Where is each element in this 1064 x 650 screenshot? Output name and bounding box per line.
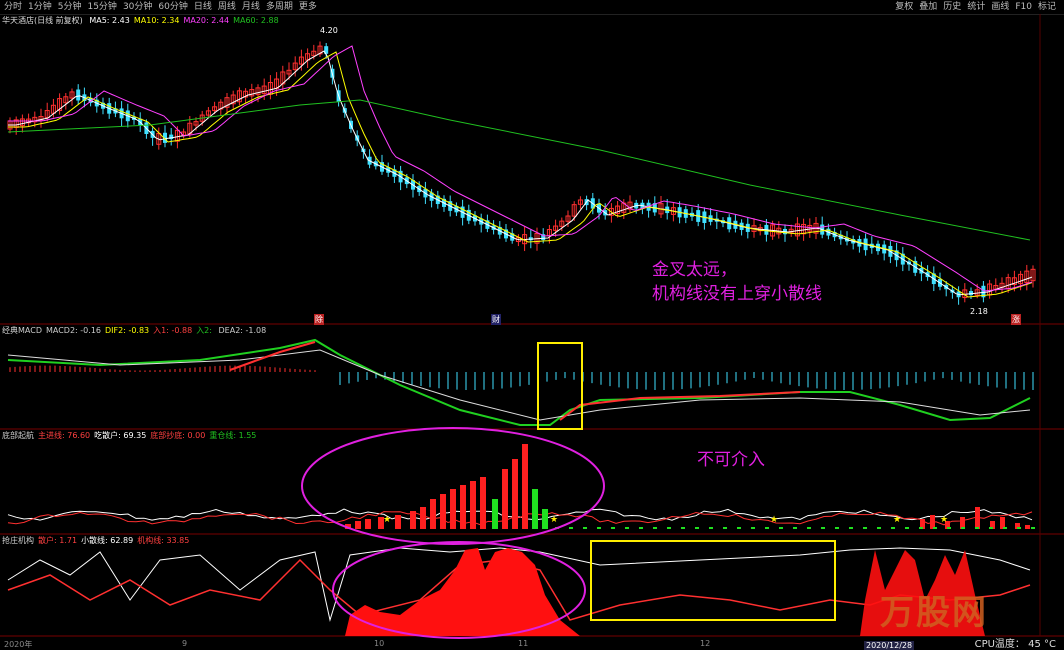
axis-label-year: 2020年 <box>4 640 33 649</box>
event-tag-ex-dividend[interactable]: 除 <box>314 314 324 325</box>
bottom-dot <box>947 527 951 529</box>
bottom-bar <box>542 509 548 529</box>
star-marker: ★ <box>383 515 391 525</box>
bottom-dot <box>751 527 755 529</box>
bottom-dot <box>975 527 979 529</box>
bottom-bar <box>440 494 446 529</box>
bottom-dot <box>611 527 615 529</box>
annotation-line-2: 机构线没有上穿小散线 <box>652 284 822 304</box>
axis-label-month: 9 <box>182 639 188 648</box>
bottom-bar <box>355 521 361 529</box>
bottom-dot <box>653 527 657 529</box>
annotation-text-no-entry: 不可介入 <box>697 450 765 470</box>
institution-area <box>345 548 580 636</box>
bottom-bar <box>480 477 486 529</box>
dif-line <box>7 338 1031 426</box>
moving-average-lines <box>7 45 1033 298</box>
zhuang-indicator <box>7 547 1031 636</box>
bottom-bar <box>460 485 466 529</box>
annotation-box-macd <box>537 342 583 430</box>
bottom-dot <box>1031 527 1035 529</box>
star-marker: ★ <box>940 515 948 525</box>
ma10-line <box>8 51 1033 298</box>
current-date: 2020/12/28 <box>864 641 915 650</box>
event-tag-financial[interactable]: 财 <box>491 314 501 325</box>
bottom-dot <box>919 527 923 529</box>
bottom-dot <box>905 527 909 529</box>
bottom-dot <box>891 527 895 529</box>
bottom-dot <box>863 527 867 529</box>
cpu-temperature: CPU温度： 45 °C <box>974 639 1056 650</box>
stock-chart[interactable]: ★ ★ ★ ★ ★ <box>0 0 1064 650</box>
bottom-dot <box>709 527 713 529</box>
bottom-bar <box>975 507 980 529</box>
bottom-bar <box>365 519 371 529</box>
bottom-dot <box>625 527 629 529</box>
bottom-dot <box>737 527 741 529</box>
bottom-dot <box>695 527 699 529</box>
bottom-dot <box>877 527 881 529</box>
bottom-bar <box>492 499 498 529</box>
bottom-dot <box>933 527 937 529</box>
low-price-label: 2.18 <box>970 307 988 316</box>
bottom-dot <box>989 527 993 529</box>
axis-label-month: 10 <box>374 639 385 648</box>
star-marker: ★ <box>770 515 778 525</box>
bottom-dot <box>1017 527 1021 529</box>
bottom-bar <box>450 489 456 529</box>
bottom-bar <box>410 511 416 529</box>
ma5-line <box>8 50 1033 296</box>
bottom-dot <box>583 527 587 529</box>
bottom-bar <box>930 515 935 529</box>
bottom-bar <box>532 489 538 529</box>
bottom-dot <box>821 527 825 529</box>
dea-line <box>7 349 1031 421</box>
bottom-dot <box>723 527 727 529</box>
annotation-box-zhuang <box>590 540 836 621</box>
high-price-label: 4.20 <box>320 26 338 35</box>
bottom-bar <box>512 459 518 529</box>
bottom-dot <box>569 527 573 529</box>
macd-indicator <box>7 338 1034 426</box>
event-tag-limit[interactable]: 涨 <box>1011 314 1021 325</box>
bottom-bar <box>430 499 436 529</box>
annotation-text-golden-cross: 金叉太远， 机构线没有上穿小散线 <box>652 258 822 306</box>
axis-label-month: 11 <box>518 639 529 648</box>
candlesticks <box>7 41 1036 305</box>
bottom-dot <box>835 527 839 529</box>
bottom-dot <box>639 527 643 529</box>
bottom-dot <box>779 527 783 529</box>
ma60-line <box>7 99 1031 241</box>
bottom-bar <box>522 444 528 529</box>
bottom-bar <box>1025 525 1030 529</box>
bottom-dot <box>849 527 853 529</box>
annotation-line-1: 金叉太远， <box>652 260 737 280</box>
bottom-bar <box>470 481 476 529</box>
bottom-dot <box>793 527 797 529</box>
star-marker: ★ <box>550 515 558 525</box>
bottom-bar <box>502 469 508 529</box>
bottom-dot <box>765 527 769 529</box>
bottom-dot <box>961 527 965 529</box>
bottom-bar <box>420 507 426 529</box>
bottom-bar <box>395 515 401 529</box>
bottom-indicator: ★ ★ ★ ★ ★ <box>7 444 1035 529</box>
star-marker: ★ <box>893 515 901 525</box>
axis-label-month: 12 <box>700 639 711 648</box>
candle-body <box>76 89 81 101</box>
bottom-dot <box>807 527 811 529</box>
bottom-dot <box>597 527 601 529</box>
bottom-dot <box>667 527 671 529</box>
watermark-logo: 万股网 <box>880 593 988 633</box>
bottom-dot <box>681 527 685 529</box>
bottom-dot <box>1003 527 1007 529</box>
dif-red-segment <box>559 391 801 421</box>
scatter-line <box>7 508 1033 521</box>
